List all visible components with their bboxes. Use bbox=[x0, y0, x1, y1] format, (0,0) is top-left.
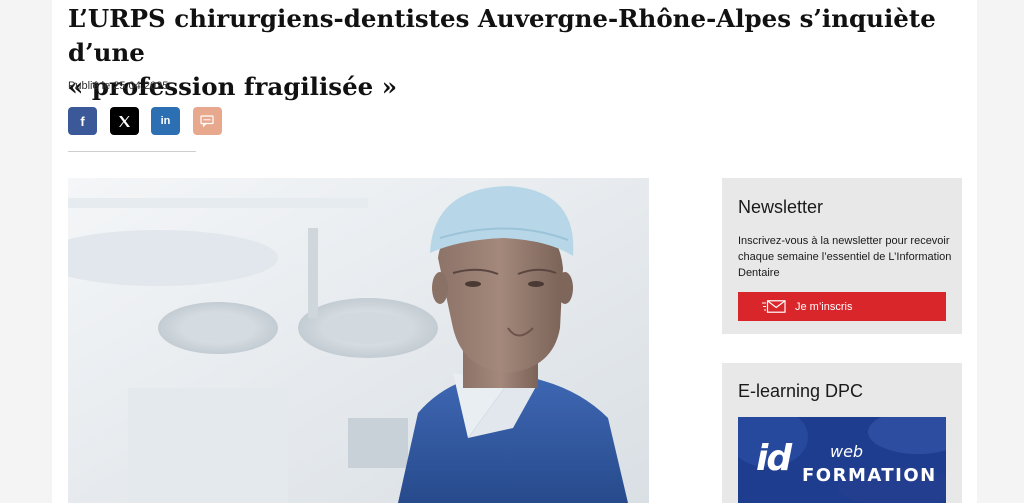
share-linkedin-button[interactable]: in bbox=[151, 107, 180, 135]
share-bar: f in bbox=[68, 107, 234, 135]
x-icon bbox=[118, 115, 131, 128]
article-title-line-1: L’URPS chirurgiens-dentistes Auvergne-Rh… bbox=[68, 4, 936, 67]
facebook-letter: f bbox=[80, 113, 85, 129]
envelope-icon bbox=[762, 300, 786, 313]
newsletter-box: Newsletter Inscrivez-vous à la newslette… bbox=[722, 178, 962, 334]
webformation-web: web bbox=[830, 442, 864, 461]
subscribe-button-label: Je m’inscris bbox=[795, 300, 853, 313]
newsletter-description: Inscrivez-vous à la newsletter pour rece… bbox=[738, 235, 952, 279]
webformation-banner[interactable]: id web FORMATION bbox=[738, 417, 946, 503]
comment-button[interactable] bbox=[192, 107, 222, 135]
article-title: L’URPS chirurgiens-dentistes Auvergne-Rh… bbox=[68, 2, 968, 104]
share-x-button[interactable] bbox=[109, 107, 139, 135]
subscribe-button[interactable]: Je m’inscris bbox=[738, 292, 946, 321]
webformation-id: id bbox=[756, 438, 792, 479]
comment-icon bbox=[200, 115, 214, 127]
share-divider bbox=[68, 151, 196, 152]
elearning-box: E-learning DPC id web FORMATION bbox=[722, 363, 962, 503]
elearning-title: E-learning DPC bbox=[738, 381, 864, 401]
publication-date: Publié le 25.04.2025. bbox=[68, 80, 172, 92]
linkedin-icon: in bbox=[161, 115, 171, 127]
share-facebook-button[interactable]: f bbox=[68, 107, 97, 135]
linkedin-letters: in bbox=[160, 115, 171, 127]
article-page: L’URPS chirurgiens-dentistes Auvergne-Rh… bbox=[52, 0, 977, 503]
newsletter-title: Newsletter bbox=[738, 197, 824, 217]
hero-image bbox=[68, 178, 649, 503]
facebook-icon: f bbox=[80, 114, 84, 129]
webformation-formation: FORMATION bbox=[802, 465, 937, 486]
